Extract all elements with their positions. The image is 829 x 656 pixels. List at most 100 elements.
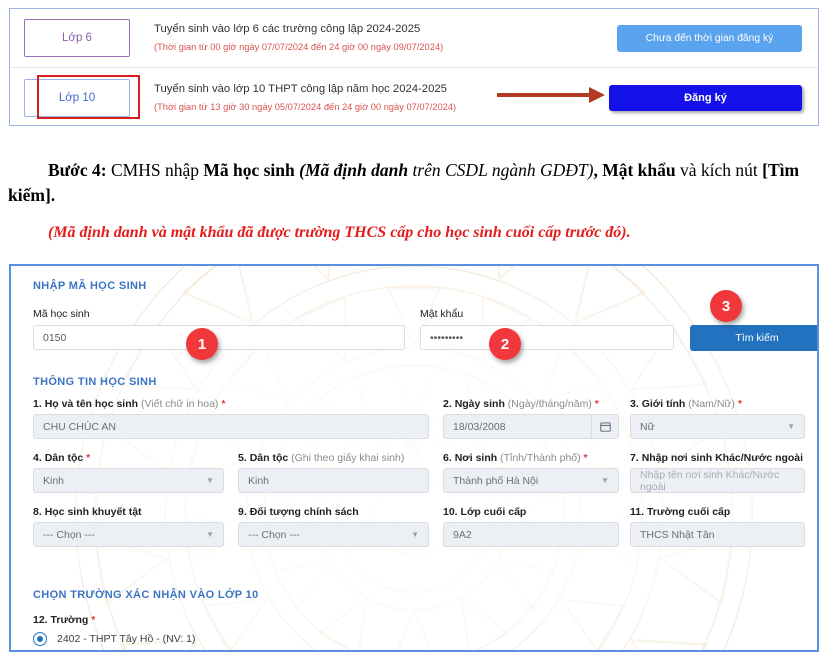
field-fullname: 1. Họ và tên học sinh (Viết chữ in hoa) … [33, 398, 429, 439]
required-marker: * [86, 452, 91, 464]
required-marker: * [594, 398, 599, 410]
field-row-3: 8. Học sinh khuyết tật --- Chọn --- ▼ 9.… [33, 506, 805, 560]
step-body-2: và kích nút [675, 160, 763, 180]
section-heading-code: NHẬP MÃ HỌC SINH [33, 280, 147, 292]
callout-badge-3: 3 [710, 290, 742, 322]
radio-selected-icon[interactable] [33, 632, 47, 646]
field-label: 9. Đối tượng chính sách [238, 506, 429, 518]
field-label-text: Họ và tên học sinh [44, 398, 139, 410]
gender-select[interactable]: Nữ ▼ [630, 414, 805, 439]
admission-info-grade10: Tuyển sinh vào lớp 10 THPT công lập năm … [154, 81, 609, 115]
field-label-text: Dân tộc [249, 452, 289, 464]
field-hint: (Nam/Nữ) [688, 398, 735, 410]
grade-chip-lop6: Lớp 6 [24, 19, 130, 57]
field-hint: (Ngày/tháng/năm) [507, 398, 592, 410]
field-label: 3. Giới tính (Nam/Nữ) * [630, 398, 805, 410]
fullname-input[interactable]: CHU CHÚC AN [33, 414, 429, 439]
field-placeholder: Nhập tên nơi sinh Khác/Nước ngoài [640, 468, 780, 493]
field-number: 7. [630, 452, 639, 464]
admission-title: Tuyển sinh vào lớp 6 các trường công lập… [154, 23, 421, 35]
dob-input[interactable]: 18/03/2008 [443, 414, 619, 439]
field-number: 10. [443, 506, 458, 518]
field-number: 11. [630, 506, 645, 518]
grade-chip-lop10: Lớp 10 [24, 78, 130, 117]
birthplace-select[interactable]: Thành phố Hà Nội ▼ [443, 468, 619, 493]
student-code-input[interactable]: 0150 [33, 325, 405, 350]
callout-badge-1: 1 [186, 328, 218, 360]
calendar-icon[interactable] [591, 414, 618, 439]
birthplace-other-input[interactable]: Nhập tên nơi sinh Khác/Nước ngoài [630, 468, 805, 493]
field-value: Kinh [248, 474, 270, 487]
chevron-down-icon: ▼ [787, 421, 795, 431]
field-value: THCS Nhật Tân [640, 528, 715, 541]
field-label-text: Học sinh khuyết tật [44, 506, 142, 518]
register-button[interactable]: Đăng ký [609, 84, 802, 111]
chevron-down-icon: ▼ [411, 529, 419, 539]
password-label: Mật khẩu [420, 308, 464, 320]
field-value: --- Chọn --- [248, 528, 300, 541]
student-info-grid: 1. Họ và tên học sinh (Viết chữ in hoa) … [33, 398, 805, 560]
student-code-label: Mã học sinh [33, 308, 90, 320]
disability-select[interactable]: --- Chọn --- ▼ [33, 522, 224, 547]
field-number: 9. [238, 506, 247, 518]
chevron-down-icon: ▼ [601, 475, 609, 485]
password-input[interactable]: ••••••••• [420, 325, 674, 350]
not-yet-open-button[interactable]: Chưa đến thời gian đăng ký [617, 24, 802, 52]
step-body-1: CMHS nhập [106, 160, 204, 180]
field-label-text: Đối tượng chính sách [249, 506, 359, 518]
field-label: 11. Trường cuối cấp [630, 506, 805, 518]
field-dob: 2. Ngày sinh (Ngày/tháng/năm) * 18/03/20… [443, 398, 619, 439]
field-value: --- Chọn --- [43, 528, 95, 541]
field-label-text: Trường [50, 614, 89, 626]
final-class-input[interactable]: 9A2 [443, 522, 619, 547]
field-hint: (Ghi theo giấy khai sinh) [291, 452, 405, 464]
field-label: 5. Dân tộc (Ghi theo giấy khai sinh) [238, 452, 429, 464]
ethnicity-select[interactable]: Kinh ▼ [33, 468, 224, 493]
admission-row-grade6: Lớp 6 Tuyển sinh vào lớp 6 các trường cô… [10, 9, 818, 68]
field-label-text: Nhập nơi sinh Khác/Nước ngoài [641, 452, 804, 464]
field-row-1: 1. Họ và tên học sinh (Viết chữ in hoa) … [33, 398, 805, 452]
field-policy-group: 9. Đối tượng chính sách --- Chọn --- ▼ [238, 506, 429, 547]
admission-time-range: (Thời gian từ 00 giờ ngày 07/07/2024 đến… [154, 42, 444, 52]
admission-row-grade10: Lớp 10 Tuyển sinh vào lớp 10 THPT công l… [10, 68, 818, 127]
field-label: 8. Học sinh khuyết tật [33, 506, 224, 518]
chevron-down-icon: ▼ [206, 529, 214, 539]
final-school-input[interactable]: THCS Nhật Tân [630, 522, 805, 547]
section-heading-school-choice: CHỌN TRƯỜNG XÁC NHẬN VÀO LỚP 10 [33, 589, 259, 601]
field-number: 2. [443, 398, 452, 410]
field-label-text: Lớp cuối cấp [460, 506, 527, 518]
school-option-label: 2402 - THPT Tây Hồ - (NV: 1) [57, 633, 196, 645]
search-button[interactable]: Tìm kiếm [690, 325, 817, 351]
field-label: 6. Nơi sinh (Tỉnh/Thành phố) * [443, 452, 619, 464]
step-bold-password: , Mật khẩu [593, 160, 676, 180]
password-value: ••••••••• [430, 331, 464, 344]
field-value: Nữ [640, 420, 655, 433]
step-prefix: Bước 4: [48, 160, 107, 180]
step-paragraph: Bước 4: CMHS nhập Mã học sinh (Mã định d… [8, 158, 820, 208]
step-bold-student-code: Mã học sinh [203, 160, 295, 180]
school-radio-option[interactable]: 2402 - THPT Tây Hồ - (NV: 1) [33, 632, 196, 646]
school-field-label: 12. Trường * [33, 614, 95, 626]
field-gender: 3. Giới tính (Nam/Nữ) * Nữ ▼ [630, 398, 805, 439]
step-italic-id: (Mã định danh [294, 160, 409, 180]
field-label-text: Ngày sinh [454, 398, 505, 410]
instruction-text-block: Bước 4: CMHS nhập Mã học sinh (Mã định d… [8, 158, 820, 244]
field-value: Thành phố Hà Nội [453, 474, 539, 487]
note-paragraph: (Mã định danh và mật khẩu đã được trường… [48, 224, 631, 241]
field-number: 5. [238, 452, 247, 464]
field-ethnicity: 4. Dân tộc * Kinh ▼ [33, 452, 224, 493]
field-value: Kinh [43, 474, 65, 487]
field-final-class: 10. Lớp cuối cấp 9A2 [443, 506, 619, 547]
callout-badge-2: 2 [489, 328, 521, 360]
field-row-2: 4. Dân tộc * Kinh ▼ 5. Dân tộc (Ghi theo… [33, 452, 805, 506]
field-label: 1. Họ và tên học sinh (Viết chữ in hoa) … [33, 398, 429, 410]
field-label-text: Giới tính [641, 398, 686, 410]
ethnicity-birthcert-input[interactable]: Kinh [238, 468, 429, 493]
step-italic-db: trên CSDL ngành GDĐT) [408, 160, 594, 180]
field-value: 18/03/2008 [453, 420, 506, 433]
field-label-text: Dân tộc [44, 452, 84, 464]
policy-group-select[interactable]: --- Chọn --- ▼ [238, 522, 429, 547]
field-label: 7. Nhập nơi sinh Khác/Nước ngoài [630, 452, 805, 464]
required-marker: * [91, 614, 96, 626]
admission-title: Tuyển sinh vào lớp 10 THPT công lập năm … [154, 82, 447, 95]
